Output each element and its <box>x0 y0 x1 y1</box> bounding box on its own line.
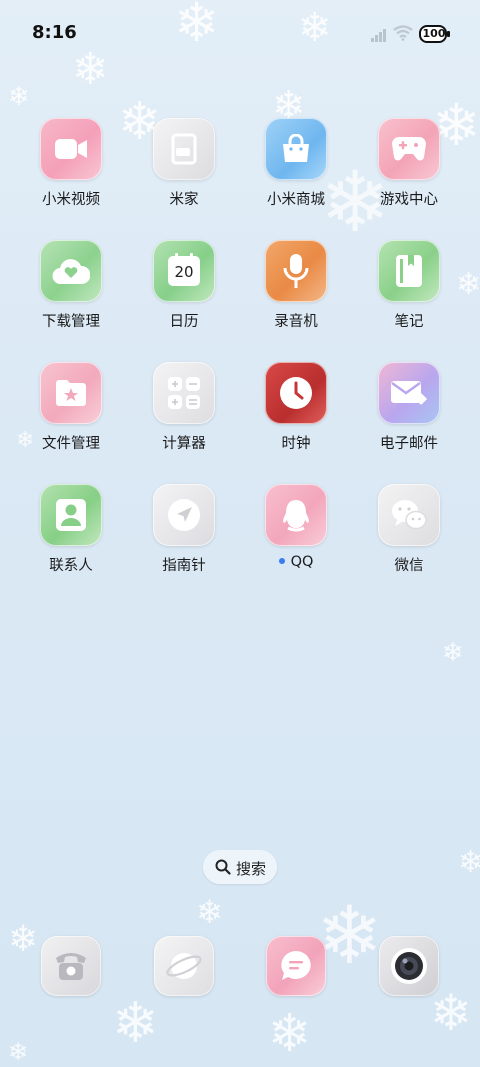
app-xiaomi-video[interactable]: 小米视频 <box>21 118 121 209</box>
camera-icon <box>379 936 439 996</box>
app-wechat[interactable]: 微信 <box>359 484 459 575</box>
app-label: 文件管理 <box>42 436 100 452</box>
dock-phone[interactable] <box>21 936 121 996</box>
app-label: 笔记 <box>394 314 424 330</box>
clock-icon <box>265 362 327 424</box>
app-label: 指南针 <box>162 558 206 574</box>
snowflake-decoration: ❄ <box>8 1038 29 1066</box>
dock-browser[interactable] <box>134 936 234 996</box>
snowflake-decoration: ❄ <box>268 1004 312 1064</box>
app-contacts[interactable]: 联系人 <box>21 484 121 575</box>
snowflake-decoration: ❄ <box>8 82 30 112</box>
dock-messages[interactable] <box>246 936 346 996</box>
app-calendar[interactable]: 20 日历 <box>134 240 234 331</box>
status-bar: 8:16 100 <box>0 0 480 68</box>
app-label: QQ <box>246 554 346 570</box>
snowflake-decoration: ❄ <box>442 638 464 668</box>
snowflake-decoration: ❄ <box>456 267 480 302</box>
contact-icon <box>40 484 102 546</box>
phone-icon <box>41 936 101 996</box>
new-app-dot <box>278 558 285 564</box>
status-time: 8:16 <box>32 22 77 43</box>
app-label: 时钟 <box>281 436 311 452</box>
app-download-manager[interactable]: 下载管理 <box>21 240 121 331</box>
calendar-day: 20 <box>174 263 194 281</box>
calendar-icon: 20 <box>153 240 215 302</box>
snowflake-decoration: ❄ <box>458 845 480 880</box>
app-label: 游戏中心 <box>380 192 438 208</box>
browser-planet-icon <box>154 936 214 996</box>
snowflake-decoration: ❄ <box>196 893 223 931</box>
app-xiaomi-store[interactable]: 小米商城 <box>246 118 346 209</box>
app-file-manager[interactable]: 文件管理 <box>21 362 121 453</box>
app-label: 米家 <box>169 192 199 208</box>
notebook-icon <box>378 240 440 302</box>
app-label: 小米商城 <box>267 192 325 208</box>
app-calculator[interactable]: 计算器 <box>134 362 234 453</box>
gamepad-icon <box>378 118 440 180</box>
app-label: 微信 <box>394 558 424 574</box>
app-label: 日历 <box>169 314 199 330</box>
dock-camera[interactable] <box>359 936 459 996</box>
qq-penguin-icon <box>265 484 327 546</box>
cellular-signal-icon <box>371 29 386 42</box>
app-label: 下载管理 <box>42 314 100 330</box>
search-icon <box>215 859 231 875</box>
app-mijia[interactable]: 米家 <box>134 118 234 209</box>
video-camera-icon <box>40 118 102 180</box>
search-button[interactable]: 搜索 <box>203 850 277 884</box>
battery-indicator: 100 <box>419 24 451 44</box>
microphone-icon <box>265 240 327 302</box>
app-label: 计算器 <box>162 436 206 452</box>
wechat-icon <box>378 484 440 546</box>
app-label: 录音机 <box>274 314 318 330</box>
app-notes[interactable]: 笔记 <box>359 240 459 331</box>
wifi-icon <box>393 25 413 41</box>
app-label-text: QQ <box>290 554 314 570</box>
app-clock[interactable]: 时钟 <box>246 362 346 453</box>
app-email[interactable]: 电子邮件 <box>359 362 459 453</box>
app-compass[interactable]: 指南针 <box>134 484 234 575</box>
mail-icon <box>378 362 440 424</box>
home-sofa-icon <box>153 118 215 180</box>
app-recorder[interactable]: 录音机 <box>246 240 346 331</box>
messages-icon <box>266 936 326 996</box>
app-label: 小米视频 <box>42 192 100 208</box>
battery-level: 100 <box>422 27 446 40</box>
folder-star-icon <box>40 362 102 424</box>
app-label: 电子邮件 <box>380 436 438 452</box>
compass-icon <box>153 484 215 546</box>
app-label: 联系人 <box>49 558 93 574</box>
snowflake-decoration: ❄ <box>112 991 159 1056</box>
shopping-bag-icon <box>265 118 327 180</box>
search-label: 搜索 <box>236 860 267 878</box>
calculator-icon <box>153 362 215 424</box>
app-game-center[interactable]: 游戏中心 <box>359 118 459 209</box>
cloud-download-icon <box>40 240 102 302</box>
app-qq[interactable]: QQ <box>246 484 346 570</box>
